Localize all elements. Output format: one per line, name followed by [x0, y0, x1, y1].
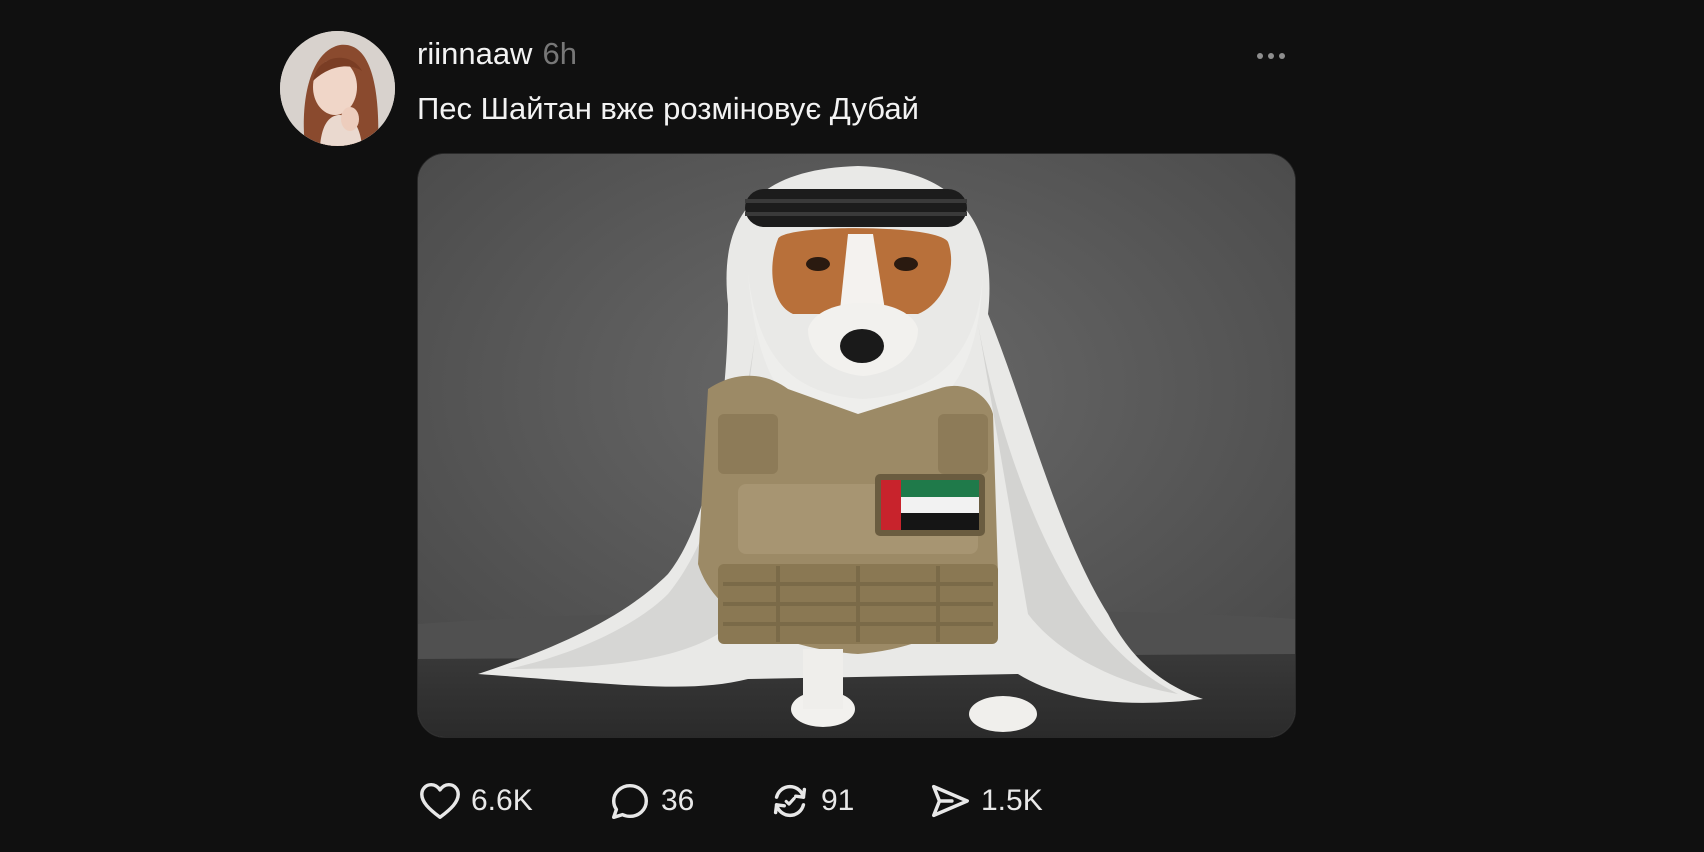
share-button[interactable]: 1.5K — [927, 778, 1043, 824]
post-actions: 6.6K 36 91 1.5K — [417, 776, 1043, 826]
send-icon — [931, 784, 969, 818]
username[interactable]: riinnaaw — [417, 32, 532, 76]
like-count: 6.6K — [471, 784, 533, 817]
like-button[interactable]: 6.6K — [417, 778, 607, 824]
post-caption: Пес Шайтан вже розміновує Дубай — [417, 91, 919, 126]
more-dot — [1268, 53, 1274, 59]
heart-icon — [420, 782, 460, 820]
repost-icon — [773, 784, 807, 818]
reply-count: 36 — [661, 784, 695, 817]
repost-count: 91 — [821, 784, 855, 817]
more-dot — [1279, 53, 1285, 59]
threads-post: riinnaaw 6h Пес Шайтан вже розміновує Ду… — [280, 30, 1296, 830]
comment-icon — [611, 783, 649, 820]
post-image[interactable] — [417, 153, 1296, 738]
share-count: 1.5K — [981, 784, 1043, 817]
avatar[interactable] — [280, 31, 395, 146]
repost-button[interactable]: 91 — [767, 778, 927, 824]
more-options-button[interactable] — [1246, 42, 1296, 70]
timestamp: 6h — [542, 36, 577, 71]
uae-flag-patch — [875, 474, 985, 536]
avatar-photo — [280, 31, 395, 146]
dog-in-keffiyeh-image — [418, 154, 1295, 737]
reply-button[interactable]: 36 — [607, 778, 767, 824]
post-header: riinnaaw 6h — [417, 32, 577, 76]
more-horizontal-icon — [1257, 53, 1263, 59]
